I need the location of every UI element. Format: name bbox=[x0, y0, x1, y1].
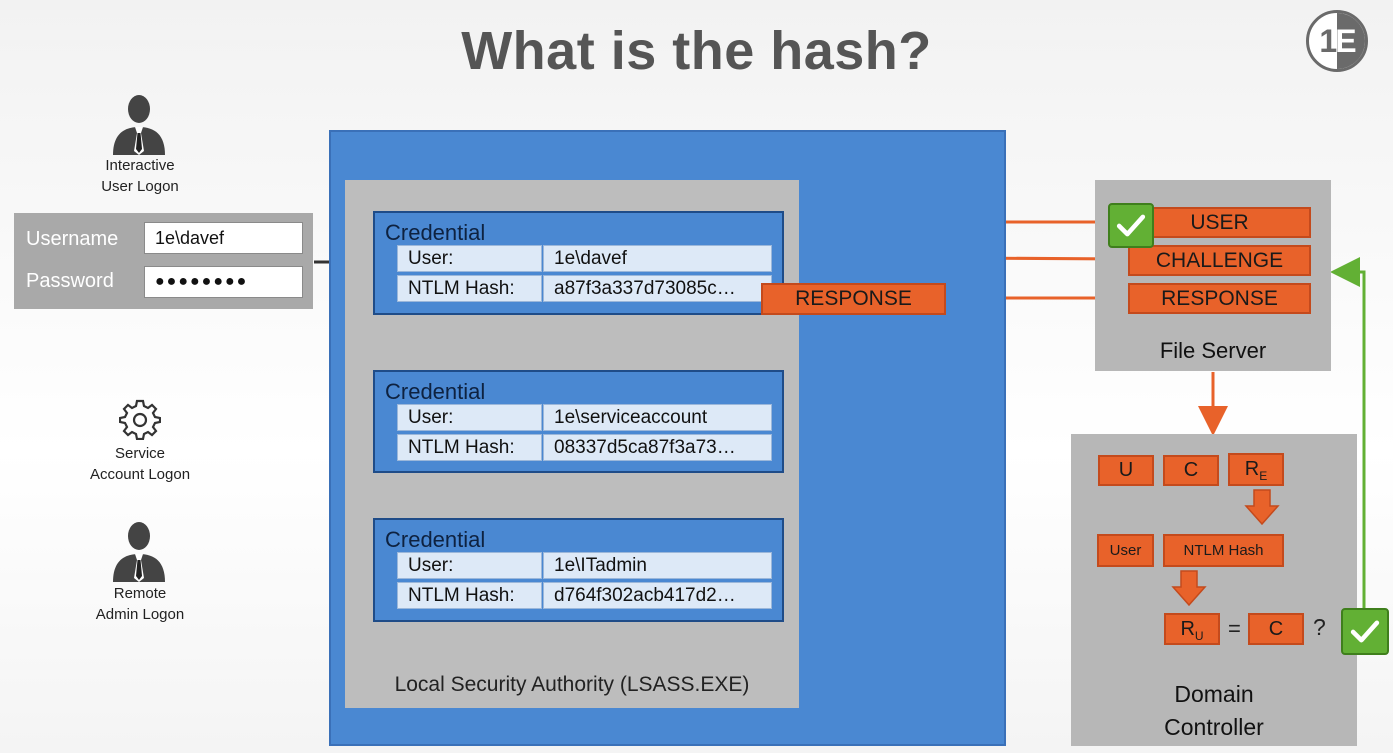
hash-value: 08337d5ca87f3a73… bbox=[543, 434, 772, 461]
fs-challenge-box: CHALLENGE bbox=[1128, 245, 1311, 276]
hash-value: a87f3a337d73085c… bbox=[543, 275, 772, 302]
interactive-logon-caption: Interactive User Logon bbox=[101, 157, 179, 195]
username-field[interactable]: 1e\davef bbox=[144, 222, 303, 254]
user-label: User: bbox=[397, 404, 542, 431]
password-label: Password bbox=[26, 270, 114, 292]
lsass-label: Local Security Authority (LSASS.EXE) bbox=[394, 673, 750, 696]
file-server-label: File Server bbox=[1159, 338, 1267, 363]
domain-controller-label: Domain Controller bbox=[1164, 681, 1264, 740]
hash-value: d764f302acb417d2… bbox=[543, 582, 772, 609]
user-value: 1e\serviceaccount bbox=[543, 404, 772, 431]
down-arrow-icon bbox=[1244, 489, 1280, 526]
dc-re-box: RE bbox=[1228, 453, 1284, 486]
credential-title: Credential bbox=[385, 220, 486, 245]
remote-admin-icon bbox=[113, 522, 165, 582]
fs-response-box: RESPONSE bbox=[1128, 283, 1311, 314]
user-value: 1e\davef bbox=[543, 245, 772, 272]
password-field[interactable]: ●●●●●●●● bbox=[144, 266, 303, 298]
credential-title: Credential bbox=[385, 379, 486, 404]
down-arrow-icon bbox=[1171, 570, 1207, 607]
user-label: User: bbox=[397, 552, 542, 579]
hash-label: NTLM Hash: bbox=[397, 582, 542, 609]
checkmark-icon bbox=[1108, 203, 1154, 248]
remote-logon-caption: Remote Admin Logon bbox=[95, 585, 185, 623]
dc-c2-box: C bbox=[1248, 613, 1304, 645]
dc-c-box: C bbox=[1163, 455, 1219, 486]
dc-u-box: U bbox=[1098, 455, 1154, 486]
hash-label: NTLM Hash: bbox=[397, 434, 542, 461]
hash-label: NTLM Hash: bbox=[397, 275, 542, 302]
dc-equals: = bbox=[1228, 616, 1241, 641]
checkmark-icon bbox=[1341, 608, 1389, 655]
credential-title: Credential bbox=[385, 527, 486, 552]
dc-question: ? bbox=[1313, 614, 1326, 640]
dc-ntlm-hash-box: NTLM Hash bbox=[1163, 534, 1284, 567]
response-box: RESPONSE bbox=[761, 283, 946, 315]
dc-ru-box: RU bbox=[1164, 613, 1220, 645]
user-label: User: bbox=[397, 245, 542, 272]
user-value: 1e\ITadmin bbox=[543, 552, 772, 579]
interactive-user-icon bbox=[113, 95, 165, 155]
username-label: Username bbox=[26, 228, 119, 250]
service-logon-caption: Service Account Logon bbox=[89, 445, 191, 483]
gear-icon bbox=[119, 399, 161, 440]
dc-user-box: User bbox=[1097, 534, 1154, 567]
fs-user-box: USER bbox=[1128, 207, 1311, 238]
